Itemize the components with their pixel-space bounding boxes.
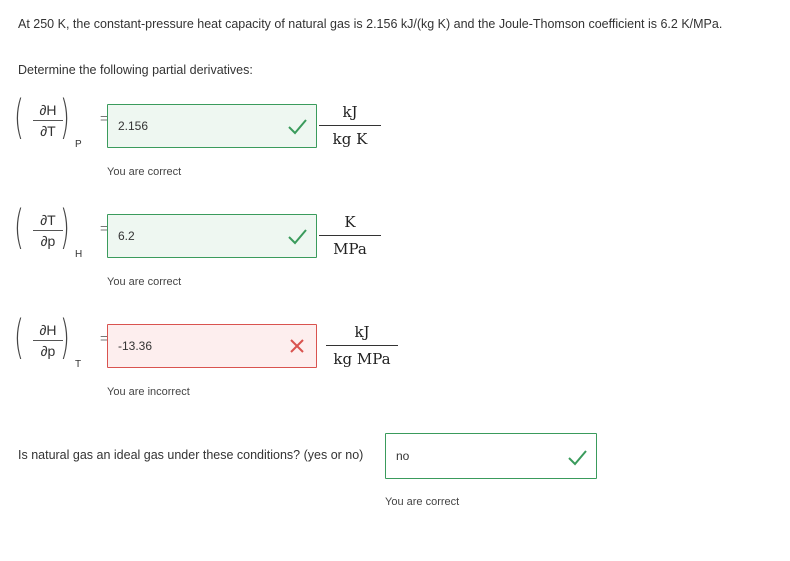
unit-numerator: kJ (354, 323, 370, 341)
answer-value[interactable]: 6.2 (118, 229, 135, 243)
answer-input-1[interactable]: 2.156 (107, 104, 317, 148)
cross-icon (290, 339, 304, 353)
left-paren: ( (14, 310, 24, 364)
feedback-4: You are correct (385, 496, 460, 508)
feedback-3: You are incorrect (107, 386, 190, 398)
check-icon (288, 229, 307, 245)
partial-derivative-dH-dT: ( ∂H ∂T ) P = (14, 94, 108, 160)
answer-input-2[interactable]: 6.2 (107, 214, 317, 258)
right-paren: ) (60, 310, 70, 364)
partial-derivative-dH-dp: ( ∂H ∂p ) T = (14, 314, 108, 380)
unit-denominator: kg MPa (333, 350, 391, 368)
right-paren: ) (60, 90, 70, 144)
answer-value[interactable]: -13.36 (118, 339, 152, 353)
partial-derivative-dT-dp: ( ∂T ∂p ) H = (14, 204, 108, 270)
answer-input-3[interactable]: -13.36 (107, 324, 317, 368)
derivative-subscript: H (75, 249, 83, 260)
check-icon (568, 450, 587, 466)
right-paren: ) (60, 200, 70, 254)
unit-k-per-mpa: K MPa (315, 212, 385, 259)
left-paren: ( (14, 90, 24, 144)
ideal-gas-question: Is natural gas an ideal gas under these … (18, 448, 364, 462)
left-paren: ( (14, 200, 24, 254)
unit-kj-per-kg-k: kJ kg K (315, 102, 385, 149)
check-icon (288, 119, 307, 135)
derivative-subscript: P (75, 139, 82, 150)
unit-numerator: K (344, 213, 356, 231)
answer-value[interactable]: no (396, 449, 409, 463)
unit-denominator: MPa (333, 240, 367, 258)
instruction-text: Determine the following partial derivati… (18, 63, 253, 77)
ideal-gas-answer-input[interactable]: no (385, 433, 597, 479)
derivative-subscript: T (75, 359, 82, 370)
problem-statement: At 250 K, the constant-pressure heat cap… (18, 17, 723, 31)
unit-kj-per-kg-mpa: kJ kg MPa (322, 322, 402, 369)
unit-numerator: kJ (342, 103, 358, 121)
unit-denominator: kg K (332, 130, 368, 148)
feedback-2: You are correct (107, 276, 182, 288)
feedback-1: You are correct (107, 166, 182, 178)
answer-value[interactable]: 2.156 (118, 119, 148, 133)
